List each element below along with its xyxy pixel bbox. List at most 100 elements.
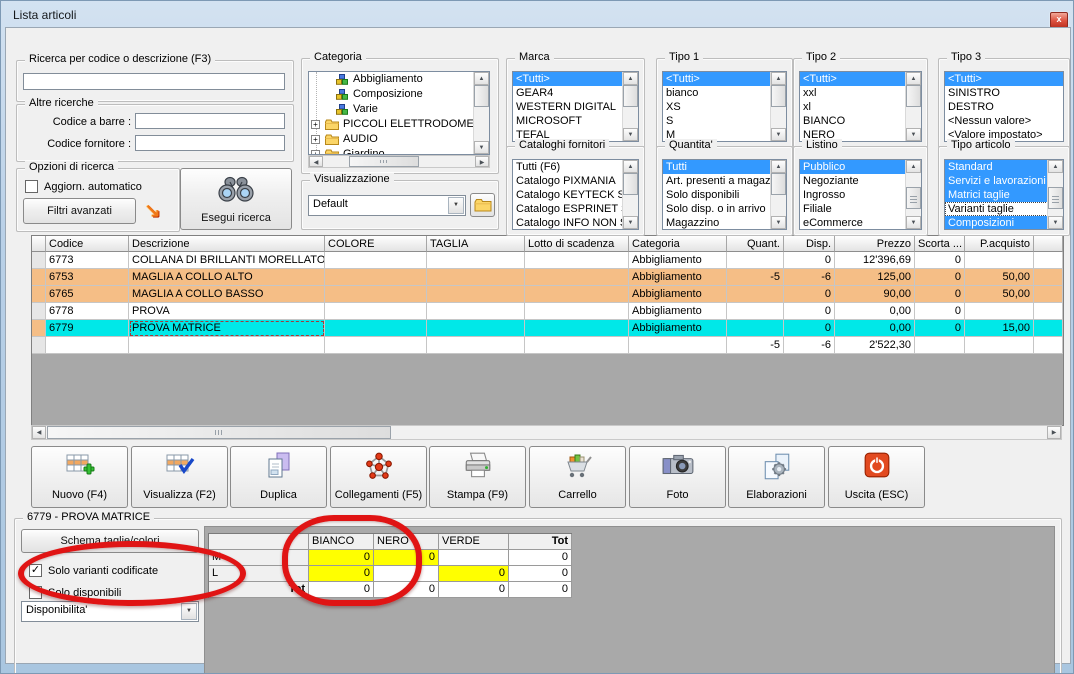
list-item[interactable]: XS — [663, 100, 771, 114]
availability-combo[interactable]: Disponibilita' ▼ — [21, 601, 199, 622]
list-item[interactable]: xxl — [800, 86, 906, 100]
scroll-thumb[interactable] — [623, 173, 638, 195]
auto-update-checkbox[interactable] — [25, 180, 38, 193]
scroll-up-icon[interactable]: ▲ — [906, 160, 921, 173]
list-item[interactable]: Tutti (F6) — [513, 160, 623, 174]
matrix-cell[interactable]: 0 — [439, 566, 509, 582]
scroll-down-icon[interactable]: ▼ — [1048, 216, 1063, 229]
search-code-input[interactable] — [23, 73, 285, 90]
scroll-thumb[interactable] — [474, 85, 489, 107]
scroll-down-icon[interactable]: ▼ — [906, 128, 921, 141]
list-item[interactable]: Catalogo KEYTECK SF — [513, 188, 623, 202]
toolbar-button-carrello[interactable]: Carrello — [529, 446, 626, 508]
list-item[interactable]: GEAR4 — [513, 86, 623, 100]
vertical-scrollbar[interactable]: ▲ ▼ — [1047, 160, 1063, 229]
scroll-thumb[interactable] — [771, 173, 786, 195]
scroll-down-icon[interactable]: ▼ — [474, 141, 489, 154]
list-item[interactable]: Tutti — [663, 160, 771, 174]
scroll-down-icon[interactable]: ▼ — [623, 216, 638, 229]
table-row[interactable]: 6778 PROVA Abbigliamento 0 0,00 0 — [32, 303, 1063, 320]
scroll-thumb[interactable] — [906, 187, 921, 209]
run-search-button[interactable]: Esegui ricerca — [180, 168, 292, 230]
matrix-cell[interactable]: 0 — [309, 566, 374, 582]
table-row[interactable]: 6753 MAGLIA A COLLO ALTO Abbigliamento -5 -6… — [32, 269, 1063, 286]
list-item[interactable]: DESTRO — [945, 100, 1063, 114]
list-item[interactable]: Varianti taglie — [945, 202, 1048, 216]
scroll-thumb[interactable] — [623, 85, 638, 107]
table-row[interactable]: 6773 COLLANA DI BRILLANTI MORELLATO Abbigl… — [32, 252, 1063, 269]
list-item[interactable]: Catalogo ESPRINET S — [513, 202, 623, 216]
table-row[interactable]: 6779 PROVA MATRICE Abbigliamento 0 0,00 0 15,0… — [32, 320, 1063, 337]
list-item[interactable]: Solo disp. o in arrivo — [663, 202, 771, 216]
vertical-scrollbar[interactable]: ▲ ▼ — [770, 72, 786, 141]
toolbar-button-stampa-f9[interactable]: Stampa (F9) — [429, 446, 526, 508]
table-row[interactable]: 6765 MAGLIA A COLLO BASSO Abbigliamento 0 90… — [32, 286, 1063, 303]
list-item[interactable]: BIANCO — [800, 114, 906, 128]
tree-item[interactable]: + PICCOLI ELETTRODOMESTI — [309, 117, 474, 132]
list-item[interactable]: Negoziante — [800, 174, 906, 188]
vertical-scrollbar[interactable]: ▲ ▼ — [770, 160, 786, 229]
matrix-cell[interactable]: 0 — [374, 550, 439, 566]
column-header[interactable]: Lotto di scadenza — [525, 236, 629, 252]
open-view-button[interactable] — [470, 193, 495, 217]
toolbar-button-visualizza-f2[interactable]: Visualizza (F2) — [131, 446, 228, 508]
schema-taglie-button[interactable]: Schema taglie/colori — [21, 529, 199, 553]
scroll-thumb[interactable] — [1048, 187, 1063, 209]
scroll-thumb[interactable] — [47, 426, 391, 439]
toolbar-button-collegamenti-f5[interactable]: Collegamenti (F5) — [330, 446, 427, 508]
scroll-down-icon[interactable]: ▼ — [906, 216, 921, 229]
table-hscrollbar[interactable]: ◀ ▶ — [31, 425, 1062, 440]
toolbar-button-nuovo-f4[interactable]: Nuovo (F4) — [31, 446, 128, 508]
list-item[interactable]: <Tutti> — [513, 72, 623, 86]
list-item[interactable]: <Tutti> — [800, 72, 906, 86]
scroll-right-icon[interactable]: ▶ — [475, 156, 489, 167]
supplier-input[interactable] — [135, 135, 285, 151]
tree-item[interactable]: + Giardino — [309, 147, 474, 154]
list-item[interactable]: Filiale — [800, 202, 906, 216]
chevron-down-icon[interactable]: ▼ — [181, 603, 197, 620]
column-header[interactable]: P.acquisto — [965, 236, 1034, 252]
scroll-right-icon[interactable]: ▶ — [1047, 426, 1061, 439]
scroll-up-icon[interactable]: ▲ — [623, 72, 638, 85]
matrix-cell[interactable]: 0 — [509, 566, 572, 582]
tree-item[interactable]: Composizione — [309, 87, 474, 102]
list-item[interactable]: <Nessun valore> — [945, 114, 1063, 128]
scroll-down-icon[interactable]: ▼ — [623, 128, 638, 141]
close-button[interactable]: x — [1050, 12, 1068, 28]
list-item[interactable]: Catalogo INFO NON SI — [513, 216, 623, 229]
expand-icon[interactable]: + — [311, 135, 320, 144]
matrix-cell[interactable]: 0 — [509, 550, 572, 566]
vertical-scrollbar[interactable]: ▲ ▼ — [473, 72, 489, 154]
column-header[interactable] — [32, 236, 46, 252]
only-available-checkbox[interactable] — [29, 586, 42, 599]
list-item[interactable]: SINISTRO — [945, 86, 1063, 100]
matrix-cell[interactable] — [439, 550, 509, 566]
vertical-scrollbar[interactable]: ▲ ▼ — [622, 160, 638, 229]
tree-item[interactable]: Abbigliamento — [309, 72, 474, 87]
scroll-left-icon[interactable]: ◀ — [32, 426, 46, 439]
scroll-up-icon[interactable]: ▲ — [771, 160, 786, 173]
scroll-up-icon[interactable]: ▲ — [474, 72, 489, 85]
vertical-scrollbar[interactable]: ▲ ▼ — [905, 160, 921, 229]
list-item[interactable]: Standard — [945, 160, 1048, 174]
scroll-thumb[interactable] — [349, 156, 419, 167]
matrix-cell[interactable] — [374, 566, 439, 582]
list-item[interactable]: <Tutti> — [945, 72, 1063, 86]
list-item[interactable]: Servizi e lavorazioni — [945, 174, 1048, 188]
column-header[interactable]: Codice — [46, 236, 129, 252]
only-coded-checkbox[interactable]: ✓ — [29, 564, 42, 577]
expand-icon[interactable]: + — [311, 150, 320, 154]
list-item[interactable]: Art. presenti a magaz — [663, 174, 771, 188]
column-header[interactable]: Disp. — [784, 236, 835, 252]
list-item[interactable]: <Tutti> — [663, 72, 771, 86]
list-item[interactable]: bianco — [663, 86, 771, 100]
list-item[interactable]: S — [663, 114, 771, 128]
titlebar[interactable]: Lista articoli — [1, 1, 1073, 27]
scroll-down-icon[interactable]: ▼ — [771, 216, 786, 229]
scroll-down-icon[interactable]: ▼ — [771, 128, 786, 141]
toolbar-button-foto[interactable]: Foto — [629, 446, 726, 508]
column-header[interactable]: Quant. — [727, 236, 784, 252]
scroll-thumb[interactable] — [906, 85, 921, 107]
list-item[interactable]: eCommerce — [800, 216, 906, 229]
barcode-input[interactable] — [135, 113, 285, 129]
